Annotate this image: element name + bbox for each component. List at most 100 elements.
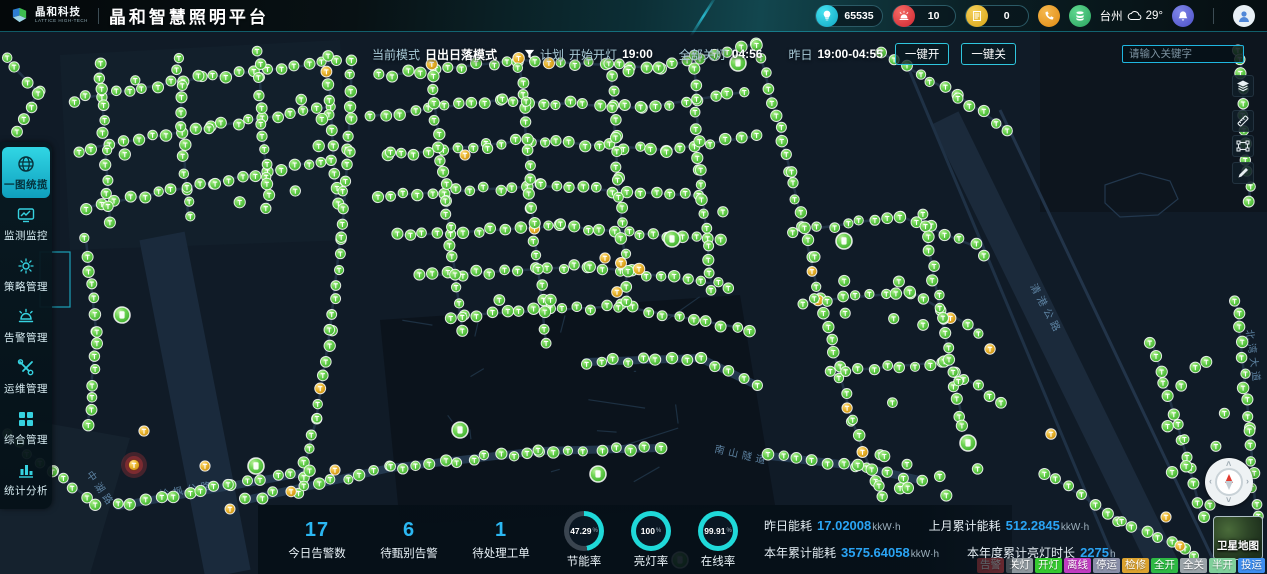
lamp-marker-on[interactable]: [751, 130, 762, 141]
lamp-marker-on[interactable]: [644, 308, 654, 318]
lamp-marker-on[interactable]: [639, 442, 649, 452]
lamp-marker-on[interactable]: [1162, 420, 1173, 431]
lamp-marker-on[interactable]: [923, 231, 935, 243]
lamp-marker-on[interactable]: [176, 92, 187, 103]
lamp-marker-on[interactable]: [619, 99, 630, 110]
lamp-marker-on[interactable]: [320, 356, 331, 367]
lamp-marker-on[interactable]: [396, 148, 406, 158]
lamp-marker-on[interactable]: [996, 397, 1007, 408]
lamp-marker-on[interactable]: [313, 399, 323, 409]
lamp-marker-on[interactable]: [652, 187, 663, 198]
lamp-marker-on[interactable]: [1236, 352, 1247, 363]
lamp-marker-on[interactable]: [767, 98, 778, 109]
concentrator-marker[interactable]: [836, 233, 852, 249]
lamp-marker-on[interactable]: [825, 366, 835, 376]
lamp-marker-on[interactable]: [887, 398, 897, 408]
lamp-marker-on[interactable]: [100, 115, 110, 125]
lamp-marker-on[interactable]: [234, 67, 244, 77]
lamp-marker-on[interactable]: [822, 296, 832, 306]
lamp-marker-on[interactable]: [261, 203, 271, 213]
lamp-marker-on[interactable]: [525, 161, 535, 171]
lamp-marker-on[interactable]: [336, 232, 347, 243]
lamp-marker-on[interactable]: [239, 493, 250, 504]
lamp-marker-on[interactable]: [904, 286, 916, 298]
lamp-marker-on[interactable]: [533, 445, 543, 455]
lamp-marker-maintenance[interactable]: [857, 447, 868, 458]
lamp-marker-on[interactable]: [306, 430, 316, 440]
lamp-marker-on[interactable]: [1241, 369, 1250, 378]
lamp-marker-on[interactable]: [353, 469, 364, 480]
lamp-marker-on[interactable]: [103, 201, 113, 211]
lamp-marker-on[interactable]: [331, 294, 341, 304]
lamp-marker-on[interactable]: [812, 222, 822, 232]
lamp-marker-on[interactable]: [830, 223, 840, 233]
sidebar-item-monitor[interactable]: 监测监控: [2, 198, 50, 249]
lamp-marker-on[interactable]: [185, 197, 194, 206]
lamp-marker-on[interactable]: [894, 362, 905, 373]
lamp-marker-on[interactable]: [369, 465, 379, 475]
lamp-marker-on[interactable]: [345, 86, 357, 98]
lamp-marker-on[interactable]: [953, 93, 963, 103]
lamp-marker-on[interactable]: [256, 119, 266, 129]
lamp-marker-on[interactable]: [940, 327, 951, 338]
lamp-marker-on[interactable]: [324, 324, 335, 335]
lamp-marker-maintenance[interactable]: [330, 465, 340, 475]
lamp-marker-on[interactable]: [565, 96, 576, 107]
concentrator-marker[interactable]: [960, 435, 976, 451]
lamp-marker-on[interactable]: [446, 222, 455, 231]
lamp-marker-on[interactable]: [609, 86, 619, 96]
lamp-marker-on[interactable]: [156, 492, 167, 503]
lamp-marker-on[interactable]: [650, 101, 661, 112]
lamp-marker-on[interactable]: [313, 140, 324, 151]
lamp-marker-on[interactable]: [314, 478, 326, 490]
lamp-marker-on[interactable]: [261, 178, 273, 190]
lamp-marker-on[interactable]: [457, 325, 468, 336]
lamp-marker-on[interactable]: [298, 106, 308, 116]
lamp-marker-on[interactable]: [612, 175, 622, 185]
lamp-marker-on[interactable]: [152, 82, 163, 93]
lamp-marker-maintenance[interactable]: [1046, 429, 1057, 440]
lamp-marker-on[interactable]: [257, 131, 267, 141]
lamp-marker-on[interactable]: [581, 359, 591, 369]
lamp-marker-on[interactable]: [563, 136, 574, 147]
lamp-marker-on[interactable]: [92, 327, 103, 338]
lamp-marker-on[interactable]: [645, 143, 657, 155]
lamp-marker-on[interactable]: [67, 483, 77, 493]
lamp-marker-maintenance[interactable]: [985, 344, 995, 354]
lamp-marker-on[interactable]: [1188, 478, 1199, 489]
lamp-marker-on[interactable]: [264, 189, 275, 200]
lamp-marker-on[interactable]: [723, 283, 733, 293]
lamp-marker-on[interactable]: [828, 346, 840, 358]
lamp-marker-on[interactable]: [890, 288, 901, 299]
lamp-marker-on[interactable]: [695, 165, 706, 176]
lamp-marker-on[interactable]: [260, 145, 269, 154]
lamp-marker-on[interactable]: [799, 222, 811, 234]
lamp-marker-on[interactable]: [1237, 382, 1249, 394]
lamp-marker-on[interactable]: [500, 265, 510, 275]
lamp-marker-maintenance[interactable]: [315, 383, 326, 394]
lamp-marker-on[interactable]: [610, 132, 621, 143]
draw-tool-button[interactable]: [1232, 162, 1254, 184]
lamp-marker-on[interactable]: [882, 289, 891, 298]
lamp-marker-on[interactable]: [818, 307, 830, 319]
lamp-marker-on[interactable]: [374, 69, 384, 79]
lamp-marker-on[interactable]: [1180, 461, 1192, 473]
lamp-marker-on[interactable]: [719, 133, 731, 145]
concentrator-marker[interactable]: [664, 231, 680, 247]
lamp-marker-on[interactable]: [273, 470, 283, 480]
lamp-marker-on[interactable]: [597, 445, 608, 456]
lamp-marker-on[interactable]: [346, 113, 357, 124]
lamp-marker-on[interactable]: [522, 134, 533, 145]
lamp-marker-on[interactable]: [484, 269, 495, 280]
lamp-marker-on[interactable]: [454, 299, 463, 308]
lamp-marker-on[interactable]: [894, 211, 906, 223]
lamp-marker-on[interactable]: [1246, 457, 1255, 466]
lamp-marker-on[interactable]: [593, 224, 604, 235]
lamp-marker-on[interactable]: [386, 191, 396, 201]
lamp-marker-on[interactable]: [682, 355, 693, 366]
lamp-marker-on[interactable]: [682, 97, 692, 107]
lamp-marker-on[interactable]: [692, 232, 701, 241]
lamp-marker-on[interactable]: [335, 249, 345, 259]
lamp-marker-maintenance[interactable]: [225, 504, 235, 514]
lamp-marker-on[interactable]: [559, 264, 568, 273]
